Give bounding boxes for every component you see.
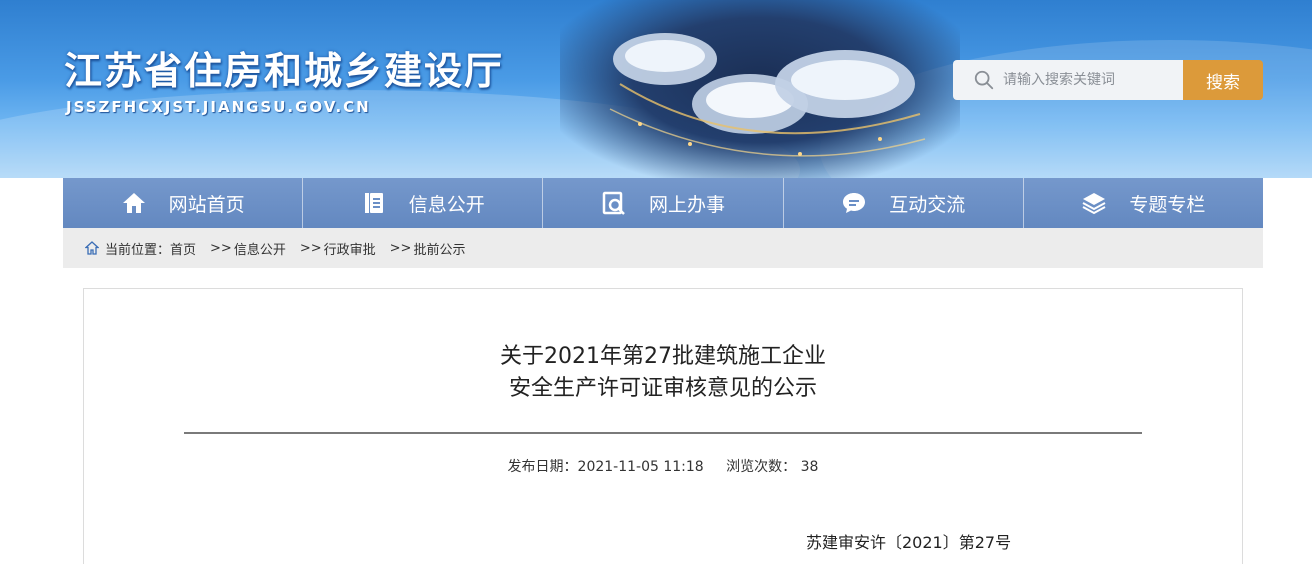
- site-domain: JSSZFHCXJST.JIANGSU.GOV.CN: [66, 98, 371, 116]
- nav-item-label: 专题专栏: [1129, 193, 1206, 216]
- nav-item-label: 网上办事: [649, 193, 726, 216]
- nav-item-interaction[interactable]: 互动交流: [783, 178, 1024, 228]
- article-panel: 关于2021年第27批建筑施工企业 安全生产许可证审核意见的公示 发布日期：20…: [83, 288, 1243, 564]
- site-title[interactable]: 江苏省住房和城乡建设厅: [64, 40, 504, 95]
- breadcrumb-item-admin-approval[interactable]: 行政审批: [324, 239, 376, 258]
- article-meta: 发布日期：2021-11-05 11:18 浏览次数： 38: [84, 456, 1242, 476]
- document-number: 苏建审安许〔2021〕第27号: [806, 533, 1012, 552]
- views-label: 浏览次数：: [726, 459, 797, 475]
- home-icon: [121, 190, 147, 216]
- breadcrumb-separator: >>: [389, 240, 412, 256]
- nav-item-label: 信息公开: [408, 193, 485, 216]
- search-icon: [974, 70, 994, 90]
- article-title: 关于2021年第27批建筑施工企业 安全生产许可证审核意见的公示: [84, 341, 1242, 405]
- chat-icon: [841, 190, 867, 216]
- breadcrumb-separator: >>: [299, 240, 322, 256]
- article-title-line-2: 安全生产许可证审核意见的公示: [508, 376, 817, 401]
- search-input[interactable]: [1003, 72, 1173, 88]
- nav-item-home[interactable]: 网站首页: [63, 178, 304, 228]
- main-nav: 网站首页 信息公开 网上办事 互动交流 专题专栏: [63, 178, 1264, 228]
- document-icon: [361, 190, 387, 216]
- nav-item-info-disclosure[interactable]: 信息公开: [303, 178, 544, 228]
- nav-item-online-services[interactable]: 网上办事: [543, 178, 784, 228]
- magnifier-doc-icon: [601, 190, 627, 216]
- layers-icon: [1081, 190, 1107, 216]
- nav-item-label: 网站首页: [168, 193, 245, 216]
- publish-date-label: 发布日期：: [507, 459, 578, 475]
- publish-date: 2021-11-05 11:18: [577, 459, 704, 475]
- breadcrumb-item-home[interactable]: 首页: [170, 239, 196, 258]
- breadcrumb-item-pre-approval-notice[interactable]: 批前公示: [413, 239, 465, 258]
- views-count: 38: [800, 459, 819, 475]
- article-title-line-1: 关于2021年第27批建筑施工企业: [500, 344, 826, 369]
- breadcrumb-prefix: 当前位置：: [105, 242, 171, 258]
- title-divider: [184, 432, 1142, 434]
- location-home-icon: [85, 241, 99, 255]
- nav-item-special-topics[interactable]: 专题专栏: [1023, 178, 1264, 228]
- breadcrumb-item-info-disclosure[interactable]: 信息公开: [234, 239, 286, 258]
- nav-item-label: 互动交流: [889, 193, 966, 216]
- stadium-illustration: [609, 33, 926, 157]
- breadcrumb: 当前位置： 首页 >> 信息公开 >> 行政审批 >> 批前公示: [63, 228, 1263, 268]
- search-button[interactable]: 搜索: [1183, 60, 1263, 100]
- search-box: [953, 60, 1184, 100]
- breadcrumb-separator: >>: [210, 240, 232, 256]
